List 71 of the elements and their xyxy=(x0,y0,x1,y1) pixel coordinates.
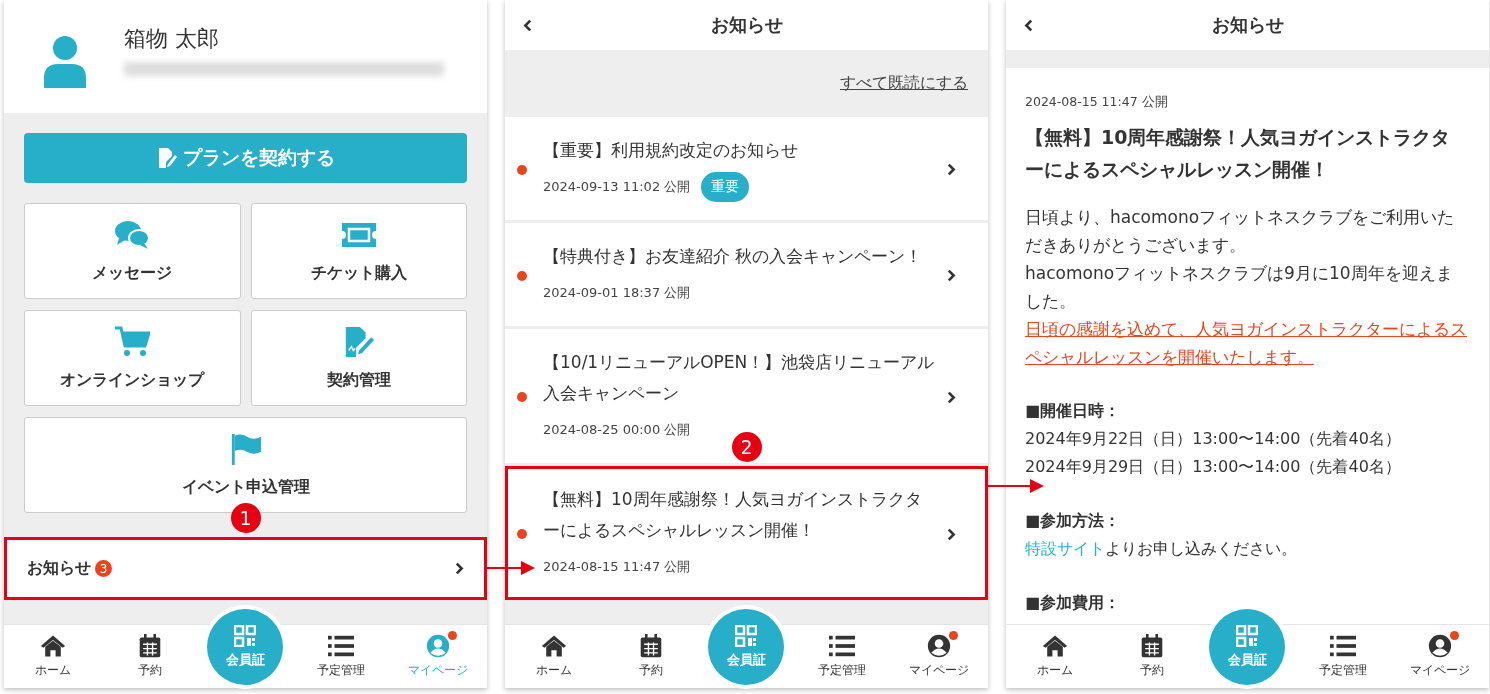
schedule-line: 2024年9月22日（日）13:00〜14:00（先着40名） xyxy=(1025,428,1402,450)
article-paragraph: 日頃より、hacomonoフィットネスクラブをご利用いただきありがとうございます。 xyxy=(1025,206,1456,257)
chevron-right-icon xyxy=(947,269,956,282)
user-name: 箱物 太郎 xyxy=(124,25,220,53)
nav-tab[interactable]: 予約 xyxy=(611,634,692,679)
section-heading: ■開催日時： xyxy=(1025,400,1122,422)
back-chevron-icon[interactable] xyxy=(523,18,532,32)
mark-all-read-link[interactable]: すべて既読にする xyxy=(840,73,968,94)
chevron-right-icon xyxy=(947,163,956,176)
application-instructions: 特設サイト よりお申し込みください。 xyxy=(1025,538,1298,560)
back-chevron-icon[interactable] xyxy=(1024,18,1033,32)
news-title: 【特典付き】お友達紹介 秋の入会キャンペーン！ xyxy=(543,245,924,268)
publish-date: 2024-08-15 11:47 公開 xyxy=(1025,94,1169,111)
user-circle-icon xyxy=(926,634,953,658)
important-tag: 重要 xyxy=(701,172,750,202)
document-pen-icon xyxy=(156,147,177,169)
annotation-arrow xyxy=(988,478,1044,494)
annotation-arrow xyxy=(487,560,535,576)
menu-card[interactable]: メッセージ xyxy=(24,203,241,299)
home-icon xyxy=(39,634,66,658)
news-title: 【重要】利用規約改定のお知らせ xyxy=(543,139,799,162)
nav-tab[interactable]: マイページ xyxy=(1400,634,1481,679)
news-list-item[interactable]: 【無料】10周年感謝祭！人気ヨガインストラクターによるスペシャルレッスン開催！ 2024-08-15 11:47 公開 xyxy=(505,466,988,600)
home-icon xyxy=(540,634,567,658)
list-icon xyxy=(1329,634,1356,658)
article-heading: 【無料】10周年感謝祭！人気ヨガインストラクターによるスペシャルレッスン開催！ xyxy=(1025,125,1452,182)
menu-card[interactable]: 契約管理 xyxy=(250,310,467,406)
chevron-right-icon xyxy=(947,527,956,541)
list-icon xyxy=(327,634,354,658)
nav-tab[interactable]: 予定管理 xyxy=(1302,634,1383,679)
user-icon xyxy=(42,36,88,88)
publish-date: 2024-09-13 11:02 公開 xyxy=(543,178,691,196)
user-circle-icon xyxy=(1427,634,1454,658)
nav-tab[interactable]: ホーム xyxy=(1014,634,1095,679)
chat-bubbles-icon xyxy=(114,218,151,251)
nav-tab[interactable]: 予定管理 xyxy=(801,634,882,679)
cart-icon xyxy=(114,325,151,358)
menu-card[interactable]: チケット購入 xyxy=(250,203,467,299)
news-list-item[interactable]: 【特典付き】お友達紹介 秋の入会キャンペーン！ 2024-09-01 18:37 公開 xyxy=(505,223,988,326)
chevron-right-icon xyxy=(455,562,464,575)
news-title: 【10/1リニューアルOPEN！】池袋店リニューアル入会キャンペーン xyxy=(543,351,935,405)
home-icon xyxy=(1041,634,1068,658)
schedule-line: 2024年9月29日（日）13:00〜14:00（先着40名） xyxy=(1025,456,1402,478)
nav-tab[interactable]: マイページ xyxy=(899,634,980,679)
step-number-badge: 1 xyxy=(230,503,261,533)
section-heading: ■参加方法： xyxy=(1025,510,1122,532)
publish-date: 2024-08-15 11:47 公開 xyxy=(543,558,691,576)
menu-card[interactable]: オンラインショップ xyxy=(24,310,241,406)
unread-count-badge: 3 xyxy=(95,560,112,577)
screen-title: お知らせ xyxy=(1211,13,1284,37)
nav-tab[interactable]: 予定管理 xyxy=(300,634,381,679)
nav-tab[interactable]: ホーム xyxy=(513,634,594,679)
user-circle-icon xyxy=(425,634,452,658)
chevron-right-icon xyxy=(947,390,956,404)
qr-code-icon xyxy=(234,624,257,647)
notice-label: お知らせ xyxy=(27,558,91,579)
section-heading: ■参加費用： xyxy=(1025,592,1122,614)
highlighted-link-text[interactable]: 日頃の感謝を込めて、人気ヨガインストラクターによるスペシャルレッスンを開催いたします。 xyxy=(1025,315,1469,371)
qr-code-icon xyxy=(1236,624,1259,647)
nav-tab[interactable]: ホーム xyxy=(12,634,93,679)
list-icon xyxy=(828,634,855,658)
qr-code-icon xyxy=(735,624,758,647)
article-paragraph: hacomonoフィットネスクラブは9月に10周年を迎えました。 xyxy=(1025,262,1454,313)
publish-date: 2024-09-01 18:37 公開 xyxy=(543,284,691,302)
nav-tab[interactable]: 予約 xyxy=(1112,634,1193,679)
news-list-item[interactable]: 【重要】利用規約改定のお知らせ 2024-09-13 11:02 公開 重要 xyxy=(505,117,988,220)
screen-title: お知らせ xyxy=(710,13,783,37)
nav-tab[interactable]: 予約 xyxy=(110,634,191,679)
notice-list-item[interactable]: お知らせ 3 xyxy=(4,537,487,600)
news-title: 【無料】10周年感謝祭！人気ヨガインストラクターによるスペシャルレッスン開催！ xyxy=(543,488,923,542)
publish-date: 2024-08-25 00:00 公開 xyxy=(543,421,691,439)
